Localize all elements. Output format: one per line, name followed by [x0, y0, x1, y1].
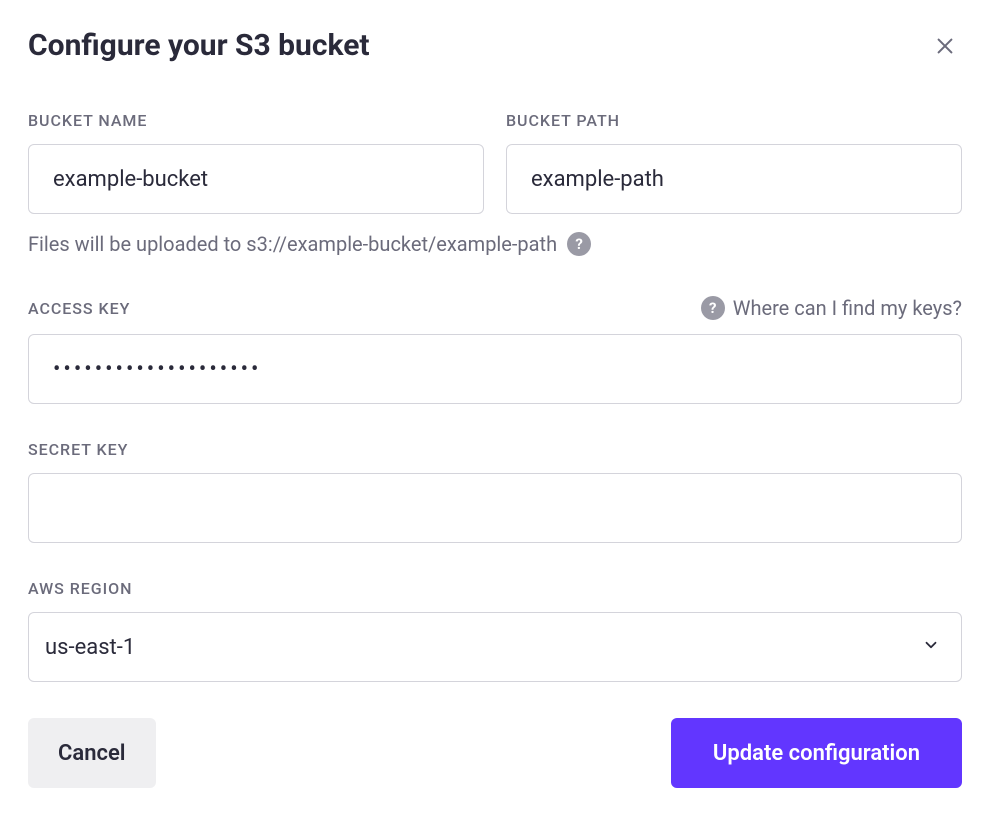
bucket-path-input[interactable] [506, 144, 962, 214]
bucket-name-input[interactable] [28, 144, 484, 214]
bucket-row: BUCKET NAME BUCKET PATH [28, 111, 962, 214]
access-key-input[interactable] [28, 334, 962, 404]
close-button[interactable] [928, 29, 962, 63]
aws-region-field: AWS REGION us-east-1 [28, 579, 962, 682]
bucket-path-field: BUCKET PATH [506, 111, 962, 214]
aws-region-select[interactable]: us-east-1 [28, 612, 962, 682]
access-key-label-row: ACCESS KEY ? Where can I find my keys? [28, 296, 962, 320]
secret-key-input[interactable] [28, 473, 962, 543]
dialog-footer: Cancel Update configuration [28, 718, 962, 788]
question-icon: ? [701, 296, 725, 320]
aws-region-label: AWS REGION [28, 579, 962, 598]
bucket-name-field: BUCKET NAME [28, 111, 484, 214]
find-keys-help-link[interactable]: ? Where can I find my keys? [701, 296, 962, 320]
bucket-name-label: BUCKET NAME [28, 111, 484, 130]
close-icon [934, 35, 956, 57]
cancel-button[interactable]: Cancel [28, 718, 156, 788]
bucket-path-label: BUCKET PATH [506, 111, 962, 130]
aws-region-select-wrap: us-east-1 [28, 612, 962, 682]
update-configuration-button[interactable]: Update configuration [671, 718, 962, 788]
upload-path-hint: Files will be uploaded to s3://example-b… [28, 232, 962, 256]
secret-key-label: SECRET KEY [28, 440, 962, 459]
find-keys-help-text: Where can I find my keys? [733, 296, 962, 320]
question-icon[interactable]: ? [567, 232, 591, 256]
dialog-header: Configure your S3 bucket [28, 28, 962, 63]
upload-path-hint-text: Files will be uploaded to s3://example-b… [28, 232, 557, 256]
dialog-title: Configure your S3 bucket [28, 28, 370, 63]
secret-key-field: SECRET KEY [28, 440, 962, 543]
access-key-field: ACCESS KEY ? Where can I find my keys? [28, 296, 962, 404]
access-key-label: ACCESS KEY [28, 299, 130, 318]
